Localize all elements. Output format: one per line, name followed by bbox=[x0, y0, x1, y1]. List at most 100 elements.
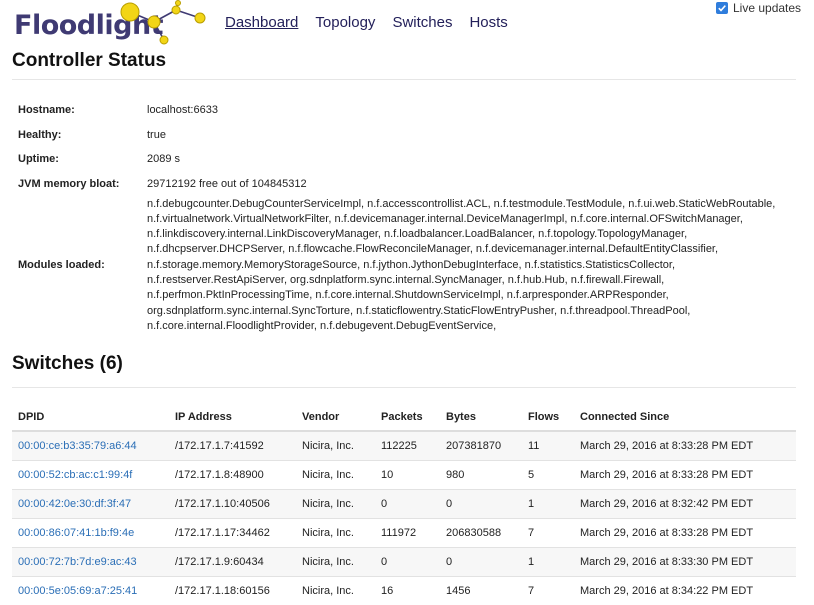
table-row: 00:00:86:07:41:1b:f9:4e /172.17.1.17:344… bbox=[12, 518, 796, 548]
ip-address-cell: /172.17.1.8:48900 bbox=[169, 460, 296, 490]
flows-cell: 7 bbox=[522, 576, 574, 605]
modules-label: Modules loaded: bbox=[18, 259, 105, 272]
connected-since-cell: March 29, 2016 at 8:33:30 PM EDT bbox=[574, 547, 796, 577]
column-header-packets[interactable]: Packets bbox=[375, 404, 440, 432]
flows-cell: 11 bbox=[522, 430, 574, 461]
vendor-cell: Nicira, Inc. bbox=[296, 430, 375, 461]
column-header-dpid[interactable]: DPID bbox=[12, 404, 169, 432]
top-bar: Floodlight Dashboard Topology Switches H bbox=[0, 0, 814, 46]
module-line: n.f.core.internal.FloodlightProvider, n.… bbox=[147, 319, 497, 332]
flows-cell: 7 bbox=[522, 518, 574, 548]
table-row: 00:00:52:cb:ac:c1:99:4f /172.17.1.8:4890… bbox=[12, 460, 796, 490]
packets-cell: 0 bbox=[375, 547, 440, 577]
dpid-link[interactable]: 00:00:ce:b3:35:79:a6:44 bbox=[18, 440, 137, 452]
jvm-memory-label: JVM memory bloat: bbox=[18, 177, 120, 190]
packets-cell: 112225 bbox=[375, 430, 440, 461]
module-line: n.f.debugcounter.DebugCounterServiceImpl… bbox=[147, 197, 776, 210]
ip-address-cell: /172.17.1.10:40506 bbox=[169, 489, 296, 519]
ip-address-cell: /172.17.1.18:60156 bbox=[169, 576, 296, 605]
flows-cell: 5 bbox=[522, 460, 574, 490]
table-row: 00:00:72:7b:7d:e9:ac:43 /172.17.1.9:6043… bbox=[12, 547, 796, 577]
dpid-cell: 00:00:ce:b3:35:79:a6:44 bbox=[12, 430, 169, 461]
uptime-row: Uptime: 2089 s bbox=[18, 153, 807, 178]
packets-cell: 111972 bbox=[375, 518, 440, 548]
packets-cell: 16 bbox=[375, 576, 440, 605]
hostname-value: localhost:6633 bbox=[147, 104, 218, 116]
divider bbox=[12, 387, 796, 388]
bytes-cell: 0 bbox=[440, 547, 522, 577]
uptime-value: 2089 s bbox=[147, 153, 181, 165]
flows-cell: 1 bbox=[522, 547, 574, 577]
ip-address-cell: /172.17.1.17:34462 bbox=[169, 518, 296, 548]
ip-address-cell: /172.17.1.9:60434 bbox=[169, 547, 296, 577]
column-header-ip-address[interactable]: IP Address bbox=[169, 404, 296, 432]
hostname-row: Hostname: localhost:6633 bbox=[18, 104, 807, 129]
packets-cell: 0 bbox=[375, 489, 440, 519]
module-line: n.f.virtualnetwork.VirtualNetworkFilter,… bbox=[147, 212, 743, 225]
connected-since-cell: March 29, 2016 at 8:33:28 PM EDT bbox=[574, 518, 796, 548]
column-header-vendor[interactable]: Vendor bbox=[296, 404, 375, 432]
dpid-link[interactable]: 00:00:42:0e:30:df:3f:47 bbox=[18, 498, 131, 510]
vendor-cell: Nicira, Inc. bbox=[296, 547, 375, 577]
nav-hosts[interactable]: Hosts bbox=[469, 14, 507, 31]
connected-since-cell: March 29, 2016 at 8:32:42 PM EDT bbox=[574, 489, 796, 519]
vendor-cell: Nicira, Inc. bbox=[296, 489, 375, 519]
switches-table: DPID IP Address Vendor Packets Bytes Flo… bbox=[12, 404, 796, 605]
bytes-cell: 980 bbox=[440, 460, 522, 490]
vendor-cell: Nicira, Inc. bbox=[296, 518, 375, 548]
modules-list: n.f.debugcounter.DebugCounterServiceImpl… bbox=[147, 197, 807, 335]
connected-since-cell: March 29, 2016 at 8:33:28 PM EDT bbox=[574, 460, 796, 490]
dpid-link[interactable]: 00:00:5e:05:69:a7:25:41 bbox=[18, 585, 137, 597]
nav-topology[interactable]: Topology bbox=[315, 14, 375, 31]
jvm-memory-value: 29712192 free out of 104845312 bbox=[147, 177, 307, 190]
healthy-row: Healthy: true bbox=[18, 129, 807, 154]
healthy-value: true bbox=[147, 128, 166, 141]
floodlight-logo[interactable]: Floodlight bbox=[14, 0, 214, 46]
dpid-link[interactable]: 00:00:52:cb:ac:c1:99:4f bbox=[18, 469, 132, 481]
connected-since-cell: March 29, 2016 at 8:34:22 PM EDT bbox=[574, 576, 796, 605]
switches-heading: Switches (6) bbox=[12, 353, 123, 374]
module-line: org.sdnplatform.sync.internal.SyncTortur… bbox=[147, 304, 691, 317]
connected-since-cell: March 29, 2016 at 8:33:28 PM EDT bbox=[574, 430, 796, 461]
module-line: n.f.storage.memory.MemoryStorageSource, … bbox=[147, 258, 676, 271]
table-row: 00:00:42:0e:30:df:3f:47 /172.17.1.10:405… bbox=[12, 489, 796, 519]
healthy-label: Healthy: bbox=[18, 128, 62, 141]
dpid-cell: 00:00:52:cb:ac:c1:99:4f bbox=[12, 460, 169, 490]
ip-address-cell: /172.17.1.7:41592 bbox=[169, 430, 296, 461]
bytes-cell: 0 bbox=[440, 489, 522, 519]
nav-dashboard[interactable]: Dashboard bbox=[225, 14, 298, 31]
bytes-cell: 1456 bbox=[440, 576, 522, 605]
flows-cell: 1 bbox=[522, 489, 574, 519]
controller-status-heading: Controller Status bbox=[12, 50, 167, 71]
nav-switches[interactable]: Switches bbox=[392, 14, 452, 31]
column-header-bytes[interactable]: Bytes bbox=[440, 404, 522, 432]
live-updates-toggle[interactable]: Live updates bbox=[716, 1, 801, 15]
module-line: n.f.dhcpserver.DHCPServer, n.f.flowcache… bbox=[147, 243, 719, 256]
module-line: n.f.perfmon.PktInProcessingTime, n.f.cor… bbox=[147, 289, 669, 302]
dpid-link[interactable]: 00:00:72:7b:7d:e9:ac:43 bbox=[18, 556, 137, 568]
table-row: 00:00:ce:b3:35:79:a6:44 /172.17.1.7:4159… bbox=[12, 430, 796, 461]
vendor-cell: Nicira, Inc. bbox=[296, 460, 375, 490]
table-header-row: DPID IP Address Vendor Packets Bytes Flo… bbox=[12, 404, 796, 432]
column-header-connected-since[interactable]: Connected Since bbox=[574, 404, 796, 432]
bytes-cell: 206830588 bbox=[440, 518, 522, 548]
vendor-cell: Nicira, Inc. bbox=[296, 576, 375, 605]
table-row: 00:00:5e:05:69:a7:25:41 /172.17.1.18:601… bbox=[12, 576, 796, 605]
bytes-cell: 207381870 bbox=[440, 430, 522, 461]
jvm-memory-row: JVM memory bloat: 29712192 free out of 1… bbox=[18, 178, 807, 197]
module-line: n.f.linkdiscovery.internal.LinkDiscovery… bbox=[147, 228, 688, 241]
dpid-cell: 00:00:5e:05:69:a7:25:41 bbox=[12, 576, 169, 605]
module-line: n.f.restserver.RestApiServer, org.sdnpla… bbox=[147, 273, 665, 286]
logo-molecule-icon bbox=[120, 0, 206, 45]
controller-status-panel: Hostname: localhost:6633 Healthy: true U… bbox=[18, 104, 807, 334]
uptime-label: Uptime: bbox=[18, 153, 59, 165]
dpid-link[interactable]: 00:00:86:07:41:1b:f9:4e bbox=[18, 527, 134, 539]
modules-row: Modules loaded: n.f.debugcounter.DebugCo… bbox=[18, 197, 807, 335]
dpid-cell: 00:00:86:07:41:1b:f9:4e bbox=[12, 518, 169, 548]
checkmark-icon bbox=[718, 5, 726, 12]
live-updates-label: Live updates bbox=[733, 1, 802, 15]
dpid-cell: 00:00:42:0e:30:df:3f:47 bbox=[12, 489, 169, 519]
live-updates-checkbox[interactable] bbox=[716, 2, 728, 14]
packets-cell: 10 bbox=[375, 460, 440, 490]
column-header-flows[interactable]: Flows bbox=[522, 404, 574, 432]
